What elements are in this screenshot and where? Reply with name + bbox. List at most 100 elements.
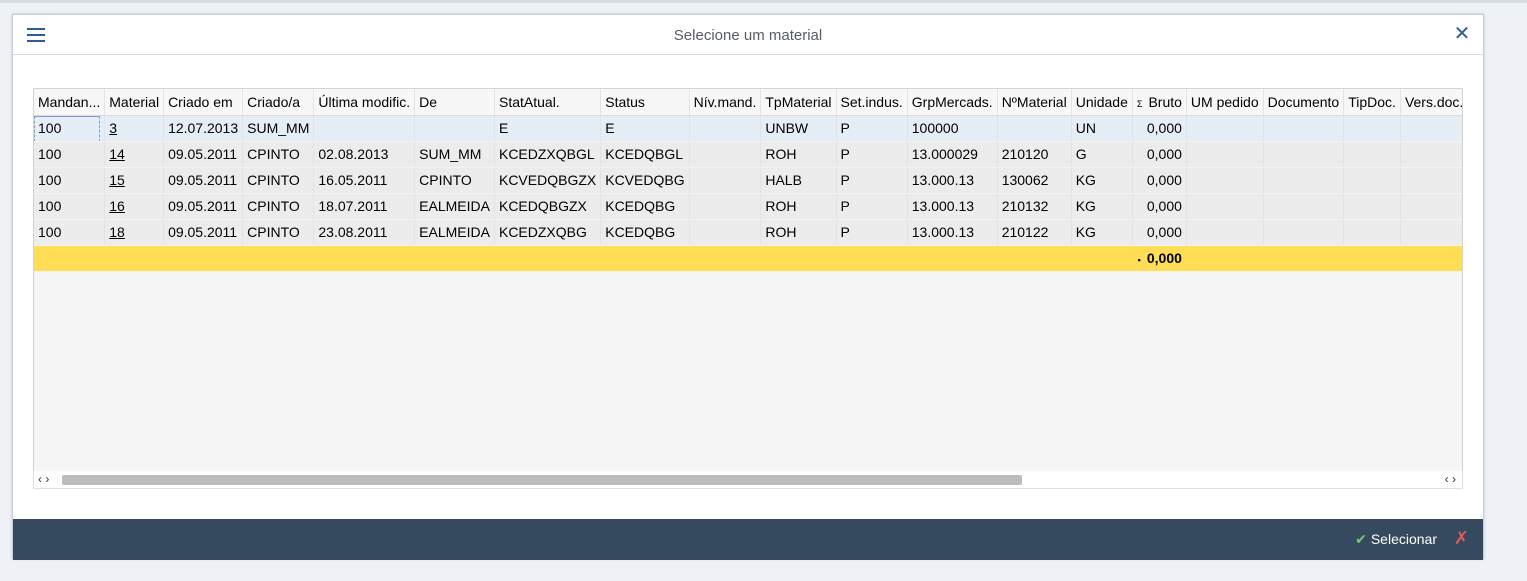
table-cell[interactable]: 210122	[997, 219, 1072, 246]
table-cell[interactable]: P	[836, 115, 908, 142]
table-cell[interactable]	[1400, 219, 1462, 246]
column-header[interactable]: TpMaterial	[760, 89, 837, 116]
cancel-x-icon[interactable]: ✗	[1454, 528, 1469, 549]
table-cell[interactable]	[689, 193, 762, 220]
select-button[interactable]: ✔ Selecionar	[1355, 531, 1437, 548]
table-row[interactable]: 100 3 12.07.2013 SUM_MM E E UNBW P 100000 UN 0,000	[34, 115, 1462, 142]
table-cell[interactable]	[1400, 141, 1462, 168]
table-cell[interactable]: CPINTO	[242, 219, 315, 246]
table-cell[interactable]: KCEDQBGL	[600, 141, 690, 168]
column-header[interactable]: De	[414, 89, 495, 116]
table-cell[interactable]	[1263, 141, 1345, 168]
material-link[interactable]: 14	[109, 146, 125, 162]
table-cell[interactable]	[1186, 115, 1264, 142]
table-cell[interactable]	[1186, 141, 1264, 168]
column-header[interactable]: Criado em	[163, 89, 244, 116]
table-cell[interactable]: P	[836, 219, 908, 246]
table-cell[interactable]: E	[494, 115, 602, 142]
table-cell[interactable]	[1186, 167, 1264, 194]
table-cell[interactable]: ROH	[760, 219, 837, 246]
close-icon[interactable]: ✕	[1453, 24, 1471, 44]
table-cell[interactable]: HALB	[760, 167, 837, 194]
column-header[interactable]: Documento	[1263, 89, 1345, 116]
column-header[interactable]: TipDoc.	[1343, 89, 1401, 116]
material-link[interactable]: 18	[109, 224, 125, 240]
column-header[interactable]: Criado/a	[242, 89, 315, 116]
table-cell[interactable]: 13.000029	[907, 141, 998, 168]
horizontal-scrollbar[interactable]: ‹ › ‹ ›	[33, 471, 1463, 489]
table-cell[interactable]: 09.05.2011	[163, 167, 244, 194]
table-cell[interactable]	[1343, 219, 1401, 246]
table-cell[interactable]: SUM_MM	[242, 115, 315, 142]
material-link[interactable]: 15	[109, 172, 125, 188]
table-cell[interactable]: 100	[34, 115, 106, 142]
material-link[interactable]: 3	[109, 120, 117, 136]
table-cell[interactable]: P	[836, 167, 908, 194]
table-cell[interactable]: UNBW	[760, 115, 837, 142]
table-cell[interactable]: 18.07.2011	[313, 193, 416, 220]
column-header[interactable]: Set.indus.	[836, 89, 908, 116]
table-cell[interactable]: 3	[104, 115, 165, 142]
table-cell[interactable]: 14	[104, 141, 165, 168]
table-cell[interactable]: 100	[34, 141, 106, 168]
table-cell[interactable]	[1343, 167, 1401, 194]
table-cell[interactable]: KG	[1071, 219, 1133, 246]
table-cell[interactable]: 13.000.13	[907, 219, 998, 246]
table-cell[interactable]: CPINTO	[414, 167, 495, 194]
table-cell[interactable]: P	[836, 193, 908, 220]
column-header[interactable]: StatAtual.	[494, 89, 602, 116]
table-cell[interactable]: KG	[1071, 193, 1133, 220]
table-cell[interactable]: 0,000	[1132, 167, 1187, 194]
table-cell[interactable]: 12.07.2013	[163, 115, 244, 142]
column-header[interactable]: Nív.mand.	[689, 89, 762, 116]
table-cell[interactable]	[689, 141, 762, 168]
table-cell[interactable]	[414, 115, 495, 142]
table-cell[interactable]: 09.05.2011	[163, 193, 244, 220]
scroll-left-arrows-icon[interactable]: ‹ ›	[38, 472, 49, 486]
scroll-thumb[interactable]	[62, 475, 1022, 485]
table-cell[interactable]	[689, 115, 762, 142]
column-header[interactable]: Unidade	[1071, 89, 1133, 116]
table-cell[interactable]	[1343, 141, 1401, 168]
column-header[interactable]: Mandan...	[34, 89, 106, 116]
scroll-right-arrows-icon[interactable]: ‹ ›	[1445, 472, 1456, 486]
table-cell[interactable]: 100000	[907, 115, 998, 142]
table-cell[interactable]	[1263, 115, 1345, 142]
table-cell[interactable]: 100	[34, 219, 106, 246]
table-cell[interactable]: CPINTO	[242, 167, 315, 194]
table-cell[interactable]: 0,000	[1132, 219, 1187, 246]
table-cell[interactable]: KCEDQBGZX	[494, 193, 602, 220]
table-cell[interactable]: P	[836, 141, 908, 168]
table-cell[interactable]: 13.000.13	[907, 167, 998, 194]
table-row[interactable]: 100 16 09.05.2011 CPINTO 18.07.2011 EALMEIDA K…	[34, 193, 1462, 220]
table-cell[interactable]	[1263, 167, 1345, 194]
table-cell[interactable]: CPINTO	[242, 193, 315, 220]
table-cell[interactable]: KCVEDQBGZX	[494, 167, 602, 194]
table-cell[interactable]	[1263, 193, 1345, 220]
table-cell[interactable]	[313, 115, 416, 142]
table-cell[interactable]: 130062	[997, 167, 1072, 194]
column-header[interactable]: GrpMercads.	[907, 89, 998, 116]
column-header[interactable]: Vers.doc.	[1400, 89, 1462, 116]
column-header[interactable]: Última modific.	[313, 89, 416, 116]
table-cell[interactable]: 16	[104, 193, 165, 220]
table-cell[interactable]: KCEDQBG	[600, 219, 690, 246]
table-cell[interactable]: 18	[104, 219, 165, 246]
table-cell[interactable]: 210120	[997, 141, 1072, 168]
table-cell[interactable]	[1343, 115, 1401, 142]
table-cell[interactable]: UN	[1071, 115, 1133, 142]
table-cell[interactable]: 15	[104, 167, 165, 194]
table-cell[interactable]: 100	[34, 193, 106, 220]
table-cell[interactable]	[689, 167, 762, 194]
table-cell[interactable]: KCEDQBG	[600, 193, 690, 220]
column-header[interactable]: Status	[600, 89, 690, 116]
table-cell[interactable]	[1186, 193, 1264, 220]
table-row[interactable]: 100 15 09.05.2011 CPINTO 16.05.2011 CPINTO KCV…	[34, 167, 1462, 194]
table-row[interactable]: 100 18 09.05.2011 CPINTO 23.08.2011 EALMEIDA K…	[34, 219, 1462, 246]
table-cell[interactable]: 0,000	[1132, 115, 1187, 142]
table-cell[interactable]: 16.05.2011	[313, 167, 416, 194]
table-cell[interactable]: CPINTO	[242, 141, 315, 168]
table-cell[interactable]	[689, 219, 762, 246]
table-cell[interactable]: 210132	[997, 193, 1072, 220]
table-cell[interactable]	[1400, 167, 1462, 194]
